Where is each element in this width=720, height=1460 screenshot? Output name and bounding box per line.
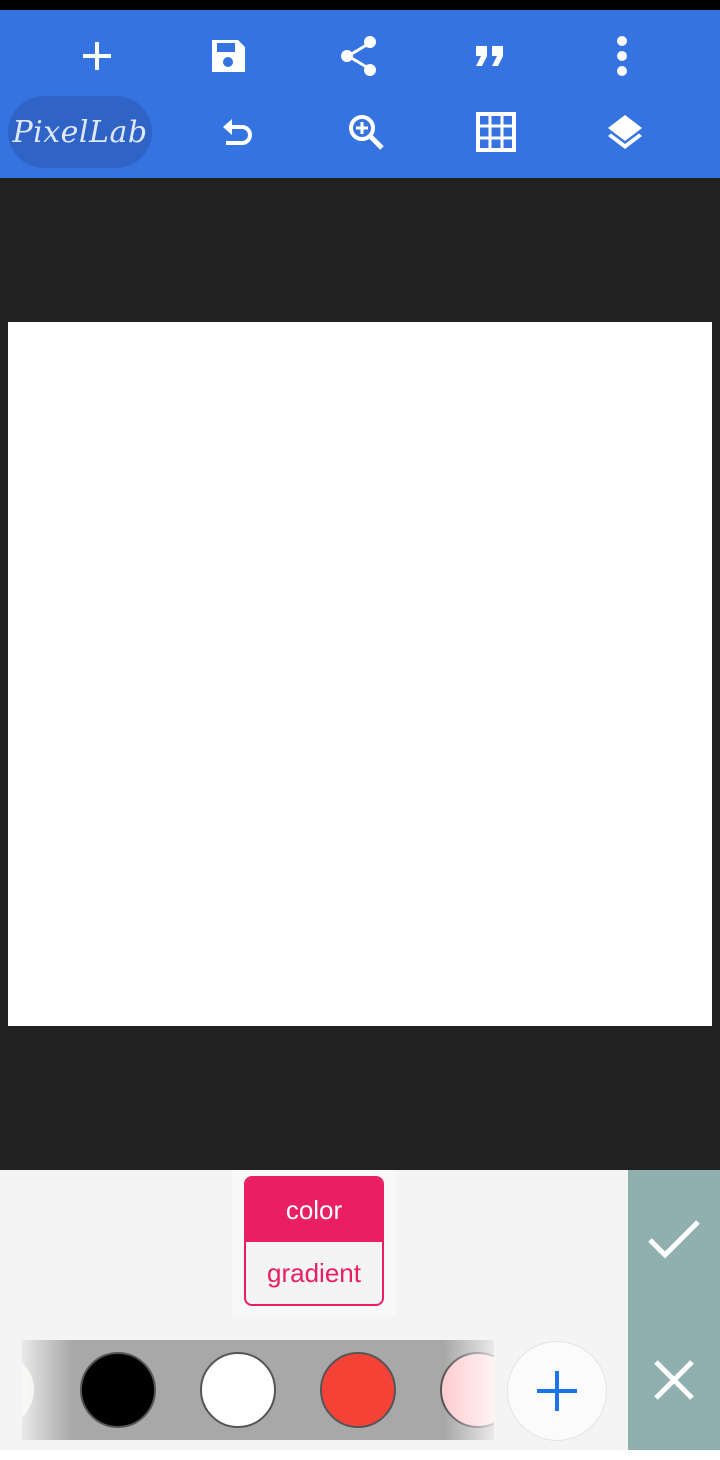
logo-text: PixelLab	[12, 114, 148, 150]
color-swatch-pink[interactable]	[440, 1352, 494, 1428]
share-button[interactable]	[327, 24, 391, 88]
save-button[interactable]	[196, 24, 260, 88]
bottom-edge	[0, 1450, 720, 1460]
zoom-in-icon	[349, 115, 384, 150]
check-icon	[648, 1220, 700, 1259]
canvas-area	[0, 178, 720, 1170]
share-icon	[341, 36, 376, 76]
color-swatches	[22, 1340, 494, 1440]
action-panel	[628, 1170, 720, 1450]
plus-icon	[537, 1371, 577, 1411]
drawing-canvas[interactable]	[8, 322, 712, 1026]
close-icon	[654, 1360, 694, 1400]
confirm-button[interactable]	[628, 1170, 720, 1310]
more-vert-icon	[617, 36, 627, 76]
add-color-button[interactable]	[507, 1341, 607, 1441]
grid-button[interactable]	[464, 100, 528, 164]
grid-icon	[476, 112, 516, 152]
color-swatch-black[interactable]	[80, 1352, 156, 1428]
status-bar	[0, 0, 720, 10]
layers-button[interactable]	[593, 100, 657, 164]
undo-icon	[223, 119, 252, 145]
cancel-button[interactable]	[628, 1310, 720, 1450]
pixellab-logo[interactable]: PixelLab	[8, 96, 152, 168]
layers-icon	[608, 115, 642, 149]
save-icon	[212, 40, 245, 72]
color-swatch[interactable]	[22, 1352, 36, 1428]
plus-icon	[83, 42, 111, 70]
undo-button[interactable]	[205, 100, 269, 164]
mode-color-option[interactable]: color	[246, 1178, 382, 1242]
fill-mode-selector: color gradient	[244, 1176, 384, 1306]
top-toolbar: PixelLab	[0, 10, 720, 178]
zoom-button[interactable]	[334, 100, 398, 164]
color-swatch-red[interactable]	[320, 1352, 396, 1428]
quote-button[interactable]	[458, 24, 522, 88]
quote-icon	[476, 46, 503, 66]
add-element-button[interactable]	[65, 24, 129, 88]
more-options-button[interactable]	[590, 24, 654, 88]
color-swatch-white[interactable]	[200, 1352, 276, 1428]
mode-gradient-option[interactable]: gradient	[246, 1242, 382, 1304]
